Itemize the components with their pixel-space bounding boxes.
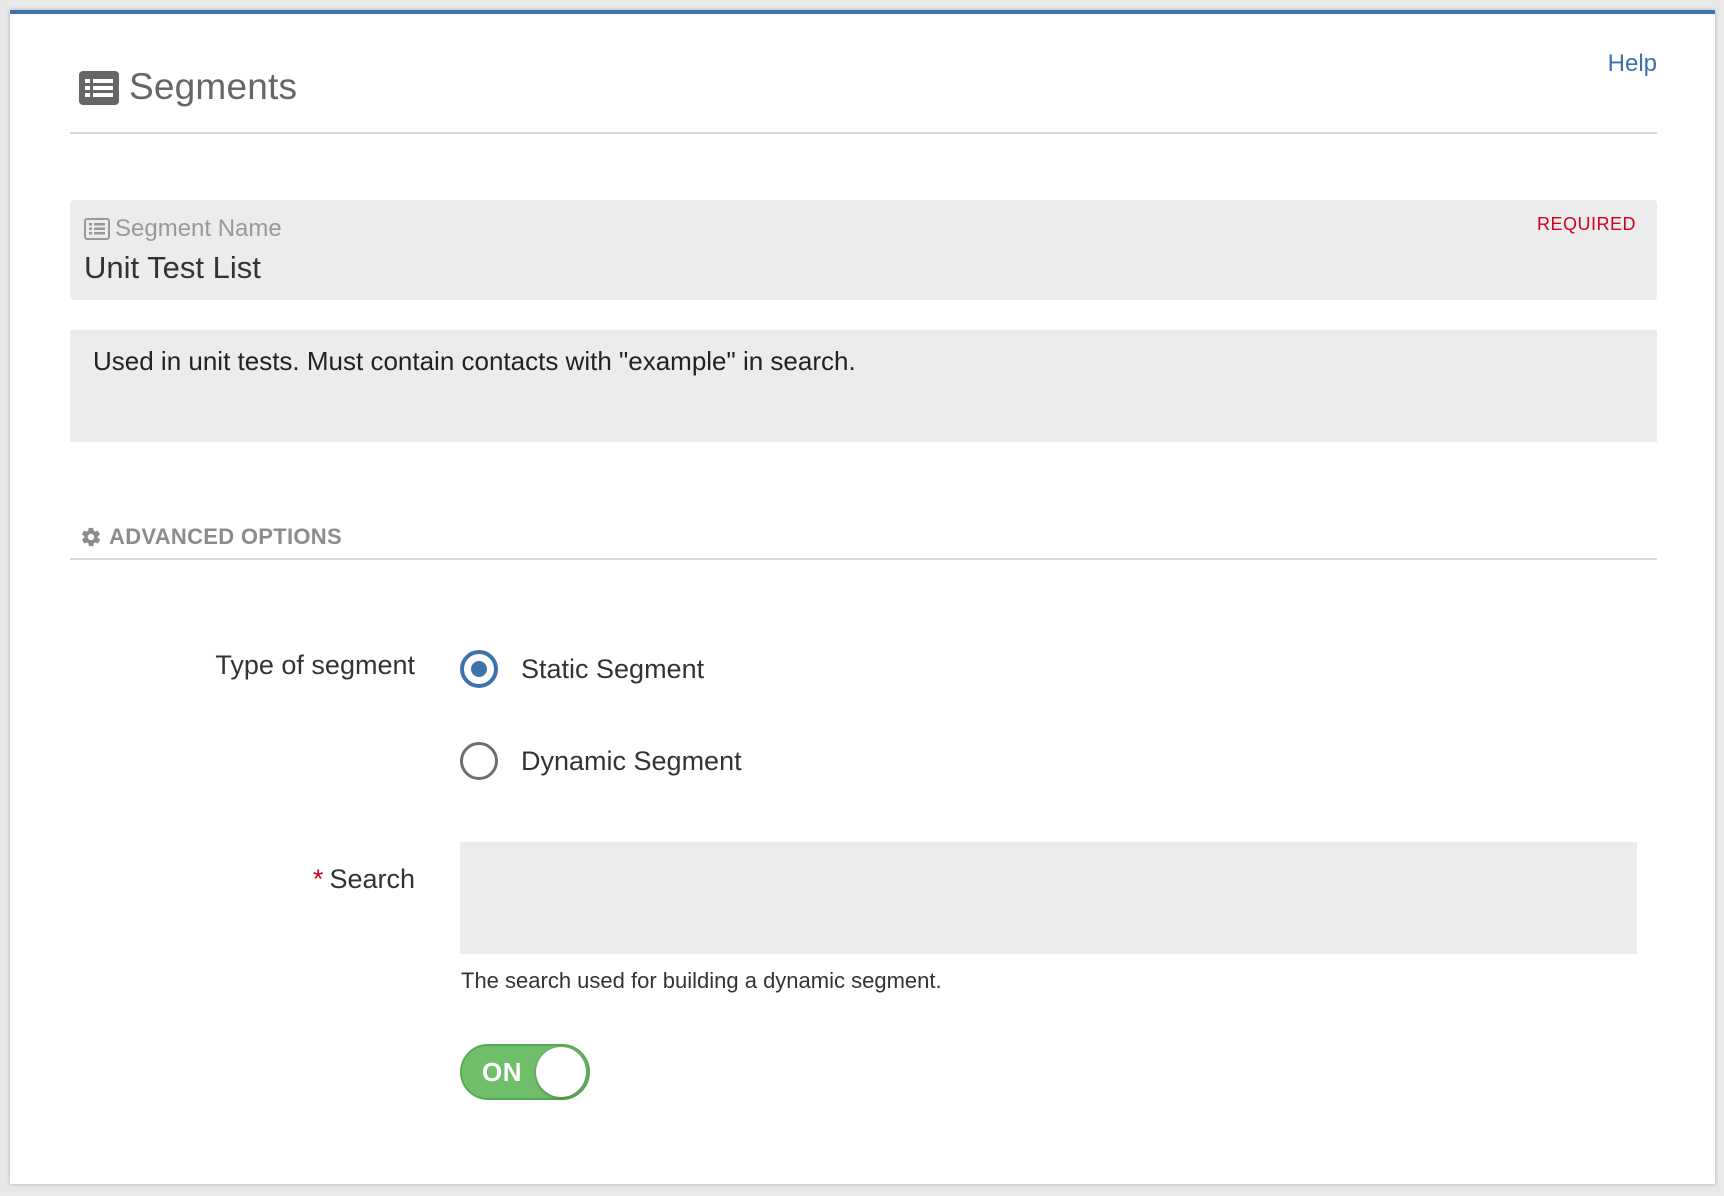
segment-form-panel: Segments Help Segment Name REQUIRED Unit… [10, 10, 1715, 1184]
page-title: Segments [129, 66, 298, 107]
static-segment-label[interactable]: Static Segment [521, 654, 704, 685]
gear-icon [81, 527, 101, 547]
search-help-text: The search used for building a dynamic s… [461, 968, 942, 993]
advanced-options-header[interactable]: ADVANCED OPTIONS [70, 520, 1657, 560]
segment-name-field[interactable]: Segment Name REQUIRED Unit Test List [70, 200, 1657, 300]
dynamic-segment-label[interactable]: Dynamic Segment [521, 746, 742, 777]
search-label: * Search [313, 864, 415, 895]
radio-dot [471, 661, 487, 677]
on-off-toggle[interactable]: ON [460, 1044, 590, 1100]
type-of-segment-label: Type of segment [215, 650, 415, 680]
dynamic-segment-radio[interactable] [460, 742, 498, 780]
help-link[interactable]: Help [1608, 50, 1657, 78]
toggle-knob [536, 1047, 586, 1097]
advanced-options-label: ADVANCED OPTIONS [109, 524, 342, 549]
description-text[interactable]: Used in unit tests. Must contain contact… [93, 346, 856, 377]
required-asterisk: * [312, 864, 324, 894]
list-icon [79, 71, 119, 105]
toggle-label: ON [482, 1057, 522, 1087]
search-input[interactable] [460, 842, 1637, 954]
list-icon [84, 218, 110, 240]
required-badge: REQUIRED [1536, 214, 1636, 234]
description-field[interactable]: Used in unit tests. Must contain contact… [70, 330, 1657, 442]
segment-name-label: Segment Name [115, 215, 282, 242]
search-label-text: Search [329, 864, 415, 894]
page-header: Segments Help [70, 14, 1657, 134]
segment-name-value[interactable]: Unit Test List [84, 250, 261, 286]
static-segment-radio[interactable] [460, 650, 498, 688]
